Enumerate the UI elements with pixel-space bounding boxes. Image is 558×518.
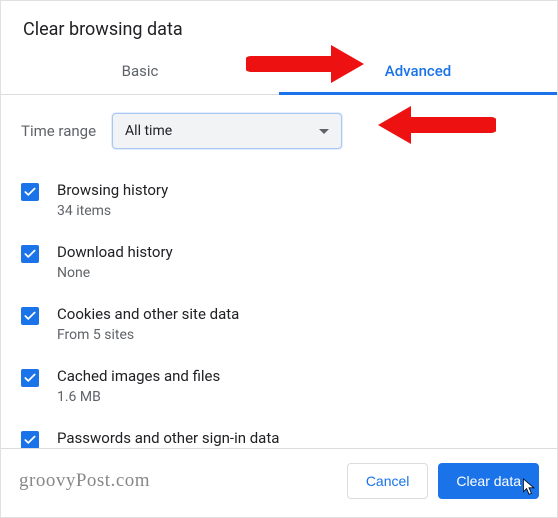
item-label: Browsing history [57, 181, 168, 199]
item-sub: 34 items [57, 203, 168, 219]
clear-browsing-data-dialog: Clear browsing data Basic Advanced Time … [1, 1, 557, 517]
time-range-label: Time range [21, 122, 96, 140]
tab-advanced-label: Advanced [385, 62, 451, 80]
cancel-button-label: Cancel [366, 473, 410, 489]
time-range-value: All time [125, 123, 172, 139]
check-icon [23, 247, 37, 261]
footer-buttons: Cancel Clear data [347, 463, 539, 499]
tabs: Basic Advanced [1, 50, 557, 95]
clear-data-button-label: Clear data [456, 473, 521, 489]
check-icon [23, 185, 37, 199]
checkbox-cookies[interactable] [21, 307, 39, 325]
tab-advanced[interactable]: Advanced [279, 50, 557, 94]
dialog-title: Clear browsing data [1, 1, 557, 50]
checkbox-browsing-history[interactable] [21, 183, 39, 201]
chevron-down-icon [319, 129, 329, 134]
check-icon [23, 433, 37, 447]
dialog-footer: groovyPost.com Cancel Clear data [1, 448, 557, 517]
cancel-button[interactable]: Cancel [347, 463, 429, 499]
list-item: Passwords and other sign-in data [21, 419, 537, 448]
list-item: Download history None [21, 233, 537, 295]
watermark-text: groovyPost.com [19, 470, 150, 492]
item-label: Passwords and other sign-in data [57, 429, 279, 447]
item-sub: From 5 sites [57, 327, 239, 343]
options-scroll-area[interactable]: Time range All time Browsing history 34 … [1, 95, 557, 448]
check-icon [23, 371, 37, 385]
item-sub: None [57, 265, 173, 281]
cursor-icon [521, 477, 537, 497]
tab-basic[interactable]: Basic [1, 50, 279, 94]
item-label: Cached images and files [57, 367, 220, 385]
checkbox-download-history[interactable] [21, 245, 39, 263]
time-range-row: Time range All time [21, 113, 537, 149]
checkbox-cached-images[interactable] [21, 369, 39, 387]
time-range-select[interactable]: All time [112, 113, 342, 149]
item-label: Download history [57, 243, 173, 261]
checkbox-passwords[interactable] [21, 431, 39, 448]
list-item: Browsing history 34 items [21, 171, 537, 233]
check-icon [23, 309, 37, 323]
item-sub: 1.6 MB [57, 389, 220, 405]
item-label: Cookies and other site data [57, 305, 239, 323]
list-item: Cached images and files 1.6 MB [21, 357, 537, 419]
tab-basic-label: Basic [122, 62, 159, 80]
clear-data-button[interactable]: Clear data [438, 463, 539, 499]
list-item: Cookies and other site data From 5 sites [21, 295, 537, 357]
